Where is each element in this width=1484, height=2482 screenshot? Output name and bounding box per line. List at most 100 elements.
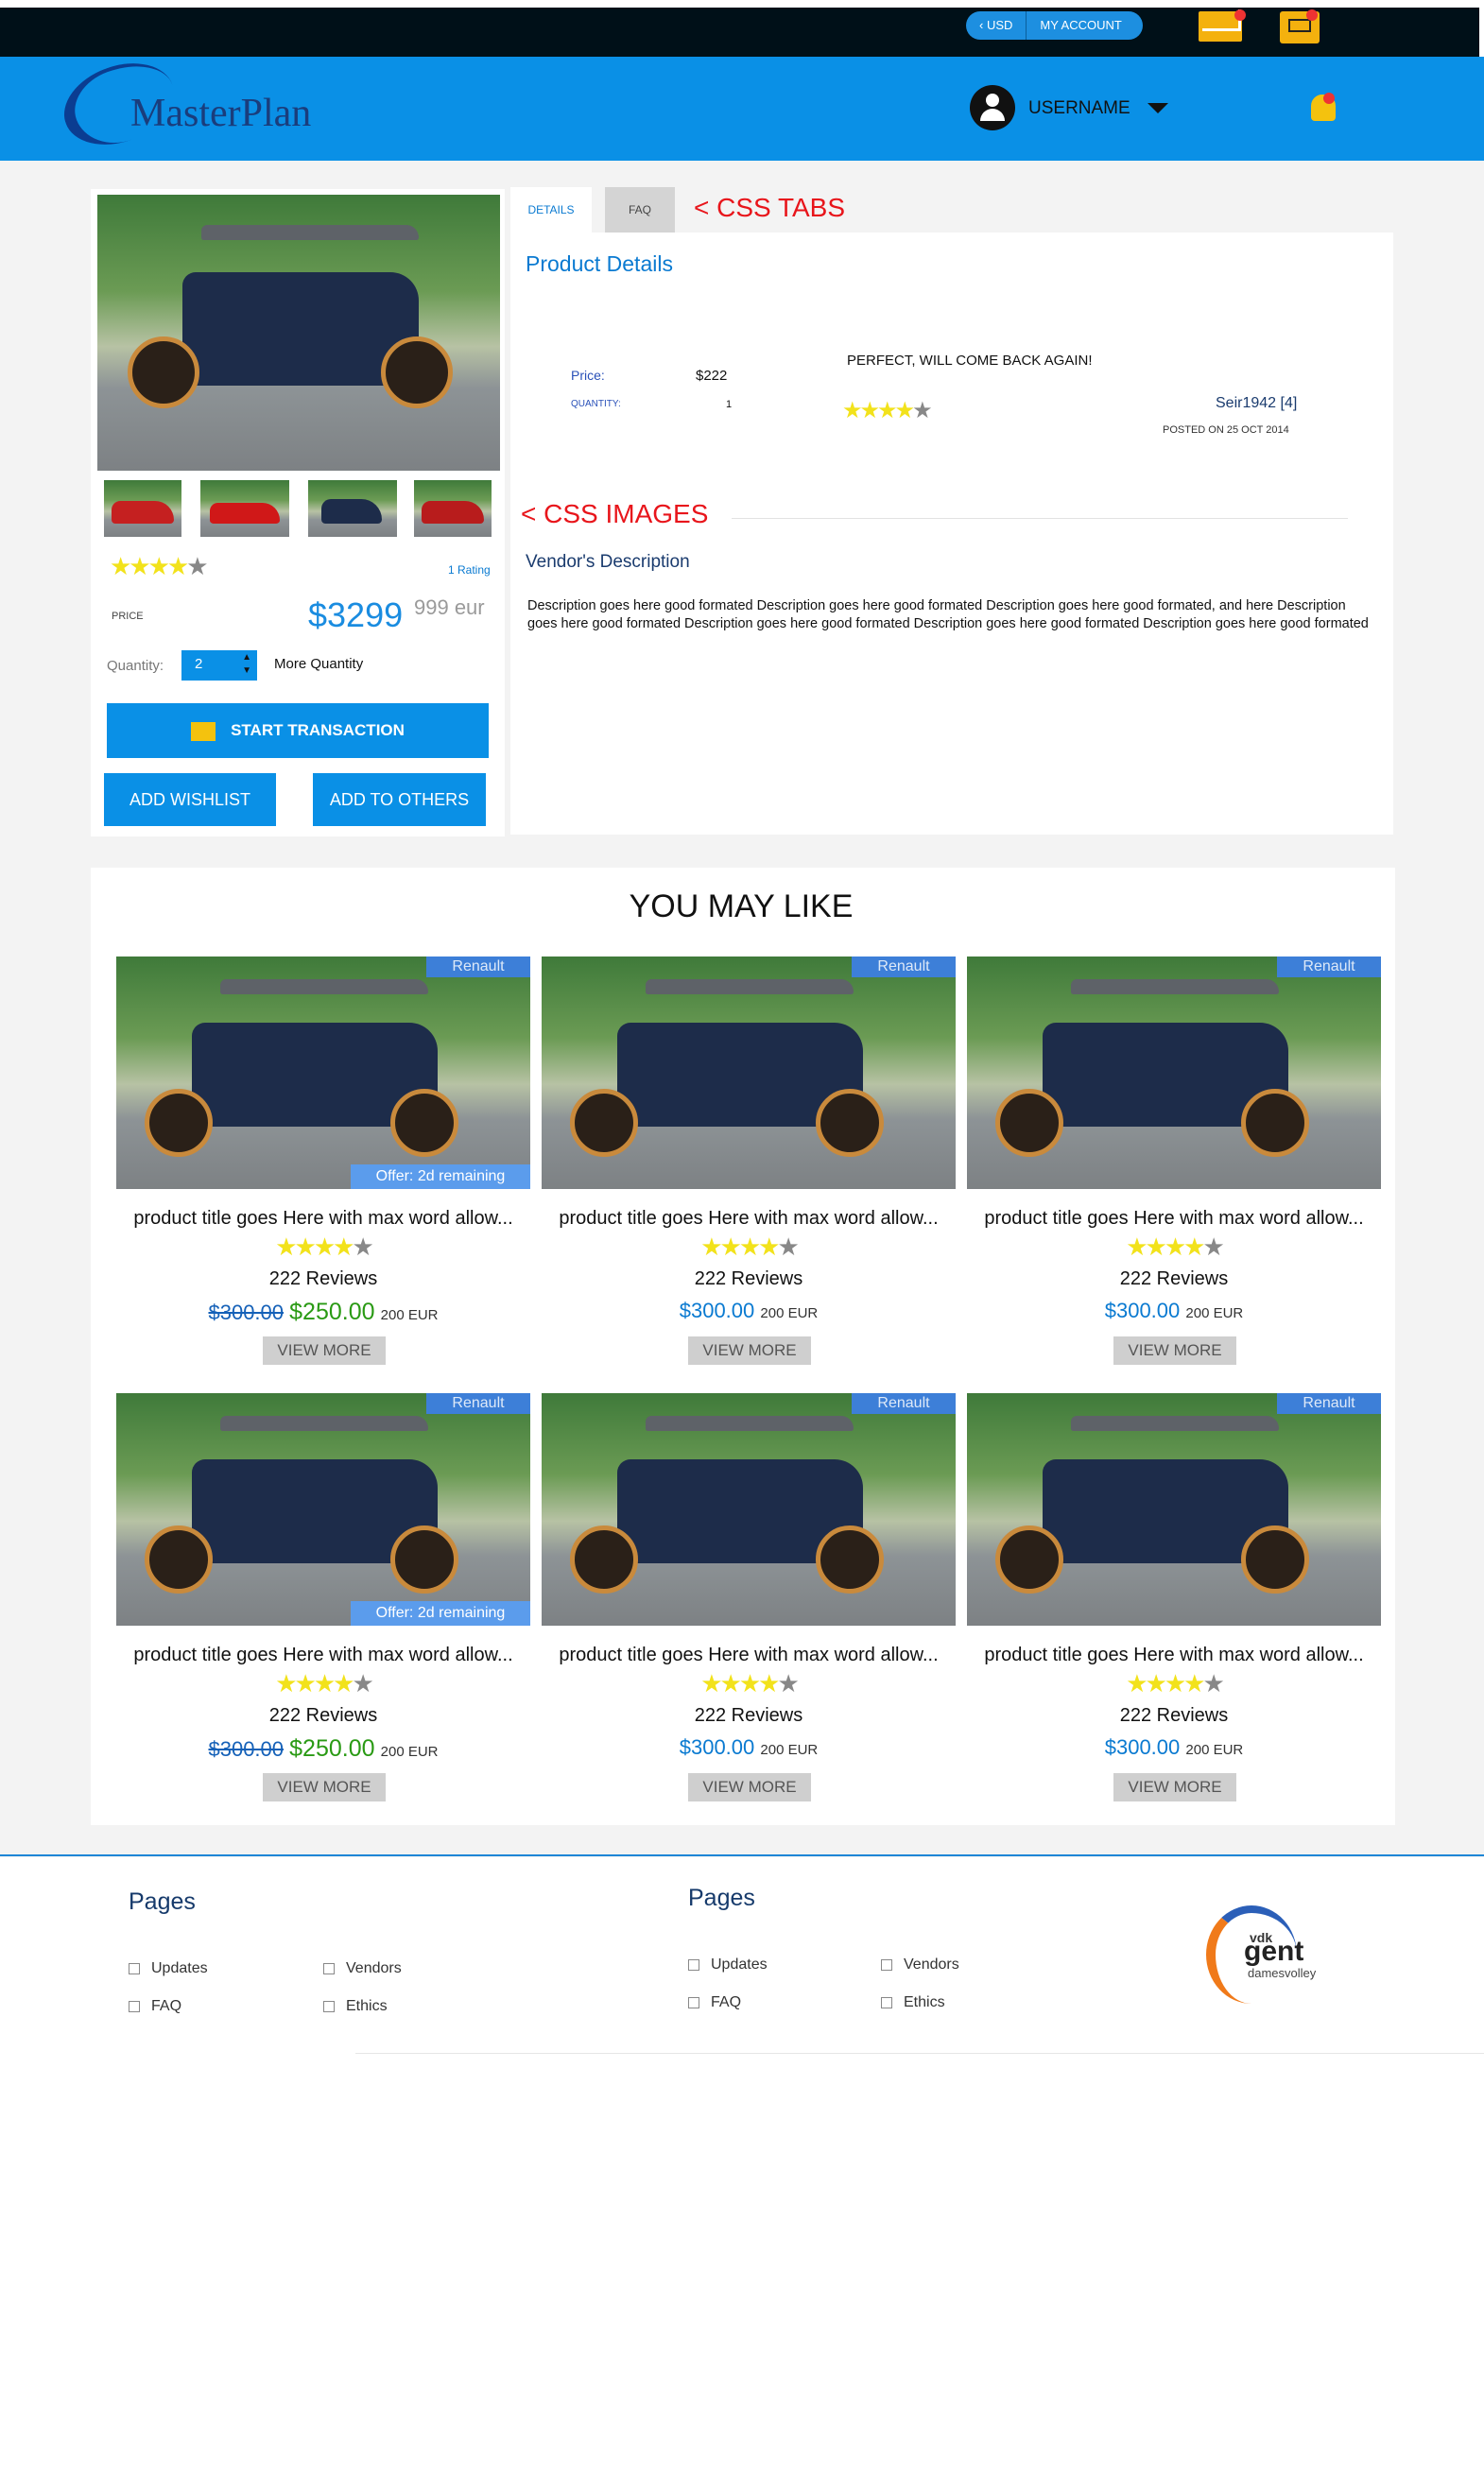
stepper-down-icon[interactable]: ▼ <box>242 665 251 676</box>
car-wheel-shape <box>145 1525 213 1594</box>
thumbnail-3[interactable] <box>308 480 397 537</box>
page-icon <box>688 1996 699 2008</box>
card-image[interactable]: Renault <box>967 957 1381 1189</box>
footer-link-faq[interactable]: FAQ <box>129 1998 181 2015</box>
card-title[interactable]: product title goes Here with max word al… <box>116 1208 530 1230</box>
view-more-button[interactable]: VIEW MORE <box>1113 1336 1236 1365</box>
review-stars: ★★★★★ <box>842 398 933 423</box>
footer-link-ethics[interactable]: Ethics <box>323 1998 388 2015</box>
footer-col1-title: Pages <box>129 1888 196 1915</box>
card-title[interactable]: product title goes Here with max word al… <box>542 1645 956 1666</box>
car-wheel-shape <box>995 1525 1063 1594</box>
cart-basket-shape <box>1288 19 1311 32</box>
card-price-row: $300.00 $250.00 200 EUR <box>116 1735 530 1763</box>
footer-bottom-divider <box>355 2053 1484 2054</box>
tab-faq[interactable]: FAQ <box>605 187 675 233</box>
card-image[interactable]: Renault <box>542 957 956 1189</box>
product-card[interactable]: Renault Offer: 2d remaining product title … <box>116 957 530 1377</box>
footer-link-updates[interactable]: Updates <box>129 1960 208 1977</box>
thumbnail-2[interactable] <box>200 480 289 537</box>
bell-notification-dot <box>1323 93 1335 104</box>
card-image[interactable]: Renault <box>967 1393 1381 1626</box>
tab-details[interactable]: DETAILS <box>510 187 592 233</box>
card-eur-price: 200 EUR <box>380 1744 439 1760</box>
product-price-eur: 999 eur <box>414 595 485 619</box>
footer-link-faq[interactable]: FAQ <box>688 1994 741 2011</box>
divider <box>732 518 1348 519</box>
card-rating-stars: ★★★★★ <box>275 1669 374 1698</box>
footer-link-vendors[interactable]: Vendors <box>881 1956 959 1974</box>
add-wishlist-button[interactable]: ADD WISHLIST <box>104 773 276 826</box>
footer-link-label: Ethics <box>346 1998 388 2014</box>
currency-button[interactable]: ‹ USD <box>966 11 1027 40</box>
details-panel <box>510 233 1393 835</box>
footer-col2-title: Pages <box>688 1885 755 1911</box>
product-card[interactable]: Renault product title goes Here with max … <box>542 1393 956 1814</box>
add-to-others-button[interactable]: ADD TO OTHERS <box>313 773 486 826</box>
car-wheel-shape <box>145 1089 213 1157</box>
card-old-price: $300.00 <box>208 1301 285 1324</box>
card-price: $300.00 <box>679 1735 755 1759</box>
car-wheel-shape <box>390 1089 458 1157</box>
you-may-like-title: YOU MAY LIKE <box>629 888 854 924</box>
mail-notification-dot <box>1234 9 1246 21</box>
brand-badge: Renault <box>426 1393 530 1414</box>
footer-link-vendors[interactable]: Vendors <box>323 1960 402 1977</box>
quantity-stepper[interactable]: 2 ▲ ▼ <box>181 650 257 681</box>
card-rating-stars: ★★★★★ <box>275 1232 374 1261</box>
view-more-button[interactable]: VIEW MORE <box>263 1336 386 1365</box>
car-wheel-shape <box>816 1525 884 1594</box>
card-price: $300.00 <box>679 1299 755 1322</box>
page-icon <box>323 1962 335 1974</box>
car-roof-shape <box>220 979 428 994</box>
footer-link-updates[interactable]: Updates <box>688 1956 768 1974</box>
review-text: PERFECT, WILL COME BACK AGAIN! <box>847 353 1093 369</box>
card-price-row: $300.00 200 EUR <box>542 1299 956 1323</box>
css-images-annotation: < CSS IMAGES <box>521 499 709 528</box>
page-icon <box>881 1958 892 1971</box>
product-card[interactable]: Renault product title goes Here with max … <box>967 1393 1381 1814</box>
more-quantity-link[interactable]: More Quantity <box>274 656 363 672</box>
card-title[interactable]: product title goes Here with max word al… <box>116 1645 530 1666</box>
logo[interactable]: MasterPlan <box>130 91 311 136</box>
product-card[interactable]: Renault Offer: 2d remaining product title … <box>116 1393 530 1814</box>
car-roof-shape <box>1071 1416 1279 1431</box>
cart-icon <box>191 721 216 741</box>
thumbnail-1[interactable] <box>104 480 181 537</box>
top-pill: ‹ USD MY ACCOUNT <box>966 11 1143 40</box>
footer-link-ethics[interactable]: Ethics <box>881 1994 945 2011</box>
details-quantity-value: 1 <box>726 399 733 410</box>
view-more-button[interactable]: VIEW MORE <box>688 1336 811 1365</box>
stepper-up-icon[interactable]: ▲ <box>242 652 251 663</box>
card-price: $300.00 <box>1104 1735 1181 1759</box>
footer-link-label: Vendors <box>346 1960 402 1976</box>
product-main-image[interactable] <box>97 195 500 471</box>
card-image[interactable]: Renault <box>542 1393 956 1626</box>
start-transaction-button[interactable]: START TRANSACTION <box>107 703 489 758</box>
card-eur-price: 200 EUR <box>760 1742 819 1758</box>
card-image[interactable]: Renault Offer: 2d remaining <box>116 1393 530 1626</box>
card-title[interactable]: product title goes Here with max word al… <box>967 1645 1381 1666</box>
card-eur-price: 200 EUR <box>1185 1742 1244 1758</box>
thumbnail-4[interactable] <box>414 480 492 537</box>
footer-link-label: Updates <box>151 1960 208 1976</box>
reviewer-name[interactable]: Seir1942 [4] <box>1216 395 1297 412</box>
view-more-button[interactable]: VIEW MORE <box>263 1773 386 1801</box>
username[interactable]: USERNAME <box>1028 98 1130 119</box>
avatar[interactable] <box>970 85 1015 130</box>
product-card[interactable]: Renault product title goes Here with max … <box>967 957 1381 1377</box>
chevron-down-icon[interactable] <box>1148 103 1168 113</box>
card-title[interactable]: product title goes Here with max word al… <box>967 1208 1381 1230</box>
view-more-button[interactable]: VIEW MORE <box>688 1773 811 1801</box>
card-title[interactable]: product title goes Here with max word al… <box>542 1208 956 1230</box>
brand-logo-main: gent <box>1244 1936 1304 1967</box>
card-price: $300.00 <box>1104 1299 1181 1322</box>
view-more-button[interactable]: VIEW MORE <box>1113 1773 1236 1801</box>
rating-count[interactable]: 1 Rating <box>448 563 491 577</box>
product-details-title: Product Details <box>526 251 673 276</box>
my-account-button[interactable]: MY ACCOUNT <box>1027 11 1142 40</box>
card-image[interactable]: Renault Offer: 2d remaining <box>116 957 530 1189</box>
product-card[interactable]: Renault product title goes Here with max … <box>542 957 956 1377</box>
footer-link-label: Ethics <box>904 1994 945 2010</box>
card-eur-price: 200 EUR <box>1185 1305 1244 1321</box>
